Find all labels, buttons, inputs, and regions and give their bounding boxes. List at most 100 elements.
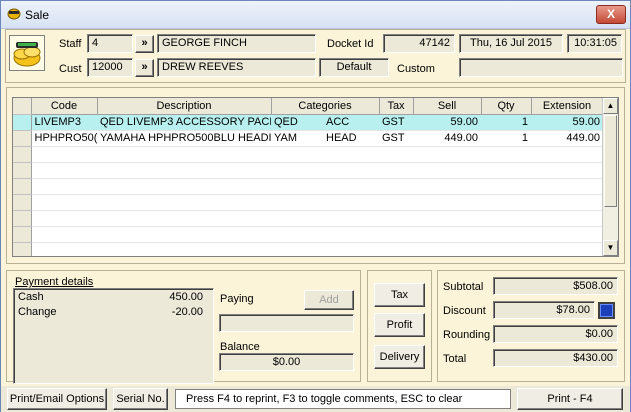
empty-row-cells[interactable] <box>31 242 603 256</box>
table-row-empty[interactable] <box>13 242 603 256</box>
list-item[interactable]: Cash 450.00 <box>18 291 209 305</box>
scroll-thumb[interactable] <box>604 115 617 207</box>
print-button[interactable]: Print - F4 <box>517 388 623 410</box>
balance-label: Balance <box>220 341 260 353</box>
title-bar[interactable]: Sale X <box>1 1 630 29</box>
column-header-code[interactable]: Code <box>31 98 98 115</box>
row-header[interactable] <box>13 162 32 179</box>
table-row[interactable]: LIVEMP3 QED LIVEMP3 ACCESSORY PACK QED AC… <box>13 114 603 131</box>
time-field: 10:31:05 <box>567 34 622 53</box>
rounding-field: $0.00 <box>493 325 618 343</box>
empty-row-cells[interactable] <box>31 146 603 163</box>
table-row-empty[interactable] <box>13 146 603 163</box>
row-header[interactable] <box>13 146 32 163</box>
column-header-description[interactable]: Description <box>97 98 272 115</box>
payment-list[interactable]: Cash 450.00 Change -20.00 <box>13 288 214 384</box>
custom-label: Custom <box>397 63 435 75</box>
total-label: Total <box>443 353 467 365</box>
cell-extension[interactable]: 449.00 <box>531 130 603 147</box>
cell-description[interactable]: YAMAHA HPHPRO500BLU HEADI <box>97 130 271 147</box>
staff-name-field: GEORGE FINCH <box>157 34 316 53</box>
cell-category-2: ACC <box>326 116 350 128</box>
tax-button[interactable]: Tax <box>374 283 425 307</box>
table-row[interactable]: HPHPRO50( YAMAHA HPHPRO500BLU HEADI YAM H… <box>13 130 603 147</box>
row-header[interactable] <box>13 194 32 211</box>
cell-description[interactable]: QED LIVEMP3 ACCESSORY PACK <box>97 114 271 131</box>
cell-categories[interactable]: YAM HEAD <box>271 130 379 147</box>
cell-qty[interactable]: 1 <box>481 130 531 147</box>
row-header[interactable] <box>13 178 32 195</box>
row-header[interactable] <box>13 130 32 147</box>
print-button-label: Print - F4 <box>547 393 593 405</box>
payment-label: Cash <box>18 291 44 303</box>
payment-amount: 450.00 <box>169 291 203 303</box>
table-row-empty[interactable] <box>13 226 603 243</box>
row-header[interactable] <box>13 114 32 131</box>
cell-code[interactable]: HPHPRO50( <box>31 130 97 147</box>
table-row-empty[interactable] <box>13 210 603 227</box>
print-email-options-label: Print/Email Options <box>9 393 105 405</box>
grid-header-row: Code Description Categories Tax Sell Qty… <box>13 98 604 115</box>
payment-label: Change <box>18 306 57 318</box>
coins-logo-icon <box>9 35 45 71</box>
docket-id-label: Docket Id <box>327 38 374 50</box>
cell-category-1: YAM <box>274 132 298 144</box>
empty-row-cells[interactable] <box>31 162 603 179</box>
cell-sell[interactable]: 449.00 <box>413 130 481 147</box>
price-level-field: Default <box>319 58 389 77</box>
paying-input[interactable] <box>219 314 354 332</box>
discount-label: Discount <box>443 305 486 317</box>
cust-lookup-button[interactable]: » <box>135 59 154 77</box>
cust-label: Cust <box>59 63 82 75</box>
staff-lookup-button[interactable]: » <box>135 35 154 53</box>
date-field: Thu, 16 Jul 2015 <box>459 34 563 53</box>
cell-tax[interactable]: GST <box>379 114 413 131</box>
cell-categories[interactable]: QED ACC <box>271 114 379 131</box>
table-row-empty[interactable] <box>13 178 603 195</box>
discount-color-indicator[interactable] <box>598 302 615 319</box>
delivery-button[interactable]: Delivery <box>374 345 425 369</box>
empty-row-cells[interactable] <box>31 210 603 227</box>
row-header[interactable] <box>13 242 32 256</box>
column-header-qty[interactable]: Qty <box>481 98 532 115</box>
profit-button[interactable]: Profit <box>374 313 425 337</box>
cell-sell[interactable]: 59.00 <box>413 114 481 131</box>
tax-button-label: Tax <box>390 289 409 301</box>
grid-vertical-scrollbar[interactable]: ▲ ▼ <box>602 98 618 256</box>
window-title: Sale <box>25 8 50 22</box>
column-header-sell[interactable]: Sell <box>413 98 482 115</box>
cell-qty[interactable]: 1 <box>481 114 531 131</box>
empty-row-cells[interactable] <box>31 226 603 243</box>
column-header-tax[interactable]: Tax <box>379 98 414 115</box>
cell-tax[interactable]: GST <box>379 130 413 147</box>
cell-code[interactable]: LIVEMP3 <box>31 114 97 131</box>
items-grid[interactable]: Code Description Categories Tax Sell Qty… <box>12 97 619 257</box>
empty-row-cells[interactable] <box>31 178 603 195</box>
payment-details-title: Payment details <box>15 276 94 288</box>
custom-field[interactable] <box>459 58 623 77</box>
scroll-up-arrow-icon[interactable]: ▲ <box>603 98 618 114</box>
row-header-corner <box>13 98 32 115</box>
list-item[interactable]: Change -20.00 <box>18 306 209 320</box>
column-header-categories[interactable]: Categories <box>271 98 380 115</box>
paying-label: Paying <box>220 293 254 305</box>
keyboard-hint: Press F4 to reprint, F3 to toggle commen… <box>175 389 511 409</box>
row-header[interactable] <box>13 210 32 227</box>
cell-extension[interactable]: 59.00 <box>531 114 603 131</box>
discount-field[interactable]: $78.00 <box>493 301 595 319</box>
close-button[interactable]: X <box>596 5 626 24</box>
print-email-options-button[interactable]: Print/Email Options <box>7 388 107 410</box>
add-payment-button[interactable]: Add <box>304 290 354 310</box>
table-row-empty[interactable] <box>13 162 603 179</box>
staff-label: Staff <box>59 38 82 50</box>
cust-code-field[interactable]: 12000 <box>87 58 133 77</box>
column-header-extension[interactable]: Extension <box>531 98 604 115</box>
balance-field: $0.00 <box>219 353 354 371</box>
staff-code-field[interactable]: 4 <box>87 34 133 53</box>
serial-no-button[interactable]: Serial No. <box>113 388 168 410</box>
empty-row-cells[interactable] <box>31 194 603 211</box>
scroll-down-arrow-icon[interactable]: ▼ <box>603 240 618 256</box>
table-row-empty[interactable] <box>13 194 603 211</box>
delivery-button-label: Delivery <box>379 351 420 363</box>
row-header[interactable] <box>13 226 32 243</box>
